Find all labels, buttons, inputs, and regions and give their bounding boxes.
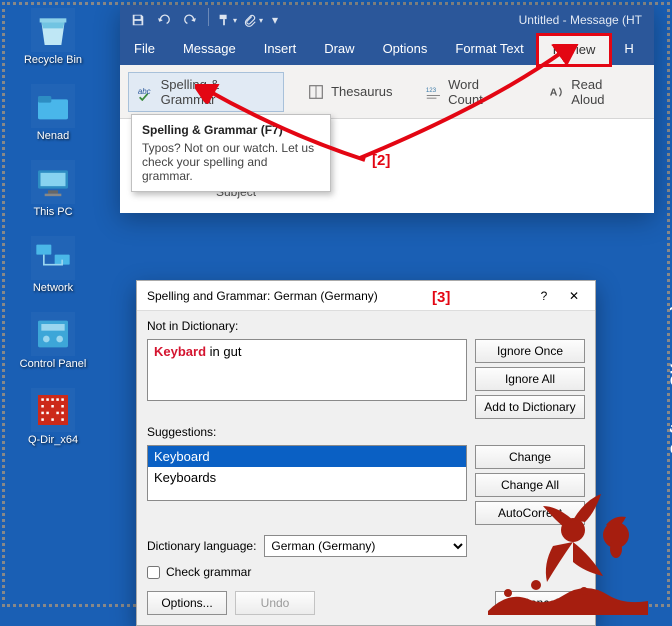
tab-insert[interactable]: Insert bbox=[250, 35, 311, 65]
cancel-button[interactable]: Cancel bbox=[495, 591, 585, 615]
ignore-once-button[interactable]: Ignore Once bbox=[475, 339, 585, 363]
check-grammar-label: Check grammar bbox=[166, 565, 251, 579]
suggestions-listbox[interactable]: Keyboard Keyboards bbox=[147, 445, 467, 501]
suggestion-option[interactable]: Keyboards bbox=[148, 467, 466, 488]
control-panel-icon[interactable]: Control Panel bbox=[8, 312, 98, 370]
autocorrect-button[interactable]: AutoCorrect bbox=[475, 501, 585, 525]
desktop-label: This PC bbox=[33, 206, 72, 218]
redo-icon[interactable] bbox=[178, 8, 202, 32]
read-aloud-label: Read Aloud bbox=[571, 77, 637, 107]
attach-icon[interactable]: ▾ bbox=[241, 8, 265, 32]
recycle-bin-icon[interactable]: Recycle Bin bbox=[8, 8, 98, 66]
spelling-dialog: Spelling and Grammar: German (Germany) ?… bbox=[136, 280, 596, 626]
readaloud-icon: A bbox=[548, 83, 566, 101]
spelling-grammar-button[interactable]: abc Spelling & Grammar bbox=[128, 72, 284, 112]
ignore-all-button[interactable]: Ignore All bbox=[475, 367, 585, 391]
window-title: Untitled - Message (HT bbox=[519, 13, 648, 27]
suggestions-label: Suggestions: bbox=[147, 425, 467, 439]
check-grammar-checkbox[interactable] bbox=[147, 566, 160, 579]
word-count-label: Word Count bbox=[448, 77, 516, 107]
change-all-button[interactable]: Change All bbox=[475, 473, 585, 497]
add-to-dictionary-button[interactable]: Add to Dictionary bbox=[475, 395, 585, 419]
dialog-title: Spelling and Grammar: German (Germany) bbox=[147, 289, 378, 303]
spellcheck-icon: abc bbox=[137, 83, 155, 101]
svg-text:A: A bbox=[549, 86, 557, 98]
not-in-dict-label: Not in Dictionary: bbox=[147, 319, 467, 333]
user-folder-icon[interactable]: Nenad bbox=[8, 84, 98, 142]
customize-qat-icon[interactable]: ▾ bbox=[267, 8, 283, 32]
this-pc-icon[interactable]: This PC bbox=[8, 160, 98, 218]
desktop-label: Q-Dir_x64 bbox=[28, 434, 78, 446]
network-icon[interactable]: Network bbox=[8, 236, 98, 294]
svg-text:abc: abc bbox=[138, 86, 151, 95]
desktop-label: Network bbox=[33, 282, 73, 294]
thesaurus-button[interactable]: Thesaurus bbox=[298, 78, 401, 106]
dict-lang-label: Dictionary language: bbox=[147, 539, 256, 553]
spelling-grammar-label: Spelling & Grammar bbox=[161, 77, 275, 107]
save-icon[interactable] bbox=[126, 8, 150, 32]
not-in-dict-textbox[interactable]: Keybard in gut bbox=[147, 339, 467, 401]
options-button[interactable]: Options... bbox=[147, 591, 227, 615]
title-bar[interactable]: ▾ ▾ ▾ Untitled - Message (HT bbox=[120, 5, 654, 35]
thesaurus-label: Thesaurus bbox=[331, 84, 392, 99]
tab-format-text[interactable]: Format Text bbox=[441, 35, 537, 65]
undo-icon[interactable] bbox=[152, 8, 176, 32]
spelling-tooltip: Spelling & Grammar (F7) Typos? Not on ou… bbox=[131, 114, 331, 192]
tab-file[interactable]: File bbox=[120, 35, 169, 65]
desktop-label: Control Panel bbox=[20, 358, 87, 370]
wordcount-icon: 123 bbox=[425, 83, 443, 101]
tab-draw[interactable]: Draw bbox=[310, 35, 368, 65]
tab-help[interactable]: H bbox=[610, 35, 647, 65]
desktop-label: Nenad bbox=[37, 130, 69, 142]
tooltip-body: Typos? Not on our watch. Let us check yo… bbox=[142, 141, 314, 183]
help-icon[interactable]: ? bbox=[529, 281, 559, 311]
format-painter-icon[interactable]: ▾ bbox=[215, 8, 239, 32]
tooltip-title: Spelling & Grammar (F7) bbox=[142, 123, 320, 137]
desktop-label: Recycle Bin bbox=[24, 54, 82, 66]
suggestion-option[interactable]: Keyboard bbox=[148, 446, 466, 467]
read-aloud-button[interactable]: A Read Aloud bbox=[539, 72, 646, 112]
tab-review[interactable]: Review bbox=[536, 33, 613, 67]
book-icon bbox=[307, 83, 325, 101]
tab-message[interactable]: Message bbox=[169, 35, 250, 65]
change-button[interactable]: Change bbox=[475, 445, 585, 469]
dialog-titlebar[interactable]: Spelling and Grammar: German (Germany) ?… bbox=[137, 281, 595, 311]
word-count-button[interactable]: 123 Word Count bbox=[416, 72, 525, 112]
svg-text:123: 123 bbox=[425, 87, 436, 94]
tab-options[interactable]: Options bbox=[369, 35, 442, 65]
ribbon: abc Spelling & Grammar Thesaurus 123 Wor… bbox=[120, 65, 654, 119]
dict-lang-select[interactable]: German (Germany) bbox=[264, 535, 467, 557]
qdir-icon[interactable]: Q-Dir_x64 bbox=[8, 388, 98, 446]
desktop: Recycle Bin Nenad This PC Network Contro… bbox=[8, 8, 98, 446]
close-icon[interactable]: ✕ bbox=[559, 281, 589, 311]
ribbon-tabs: File Message Insert Draw Options Format … bbox=[120, 35, 654, 65]
undo-button[interactable]: Undo bbox=[235, 591, 315, 615]
